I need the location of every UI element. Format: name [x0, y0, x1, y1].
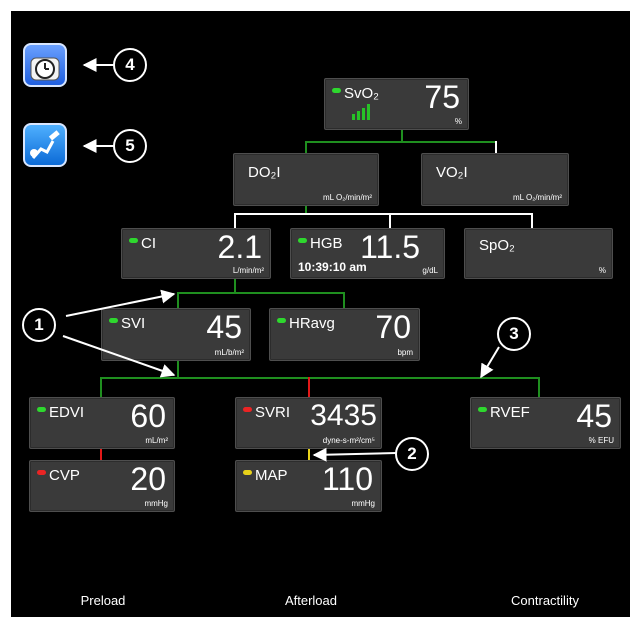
callout-5: 5 — [113, 129, 147, 163]
callout-4: 4 — [113, 48, 147, 82]
callout-1: 1 — [22, 308, 56, 342]
callout-2: 2 — [395, 437, 429, 471]
afterload-label: Afterload — [284, 593, 338, 608]
contractility-label: Contractility — [511, 593, 579, 608]
callout-3: 3 — [497, 317, 531, 351]
annotation-arrows — [62, 58, 500, 462]
monitor-screen: SvO₂ 75 % DO₂I mL O₂/min/m² VO₂I mL O₂/m… — [11, 11, 630, 617]
preload-label: Preload — [80, 593, 126, 608]
